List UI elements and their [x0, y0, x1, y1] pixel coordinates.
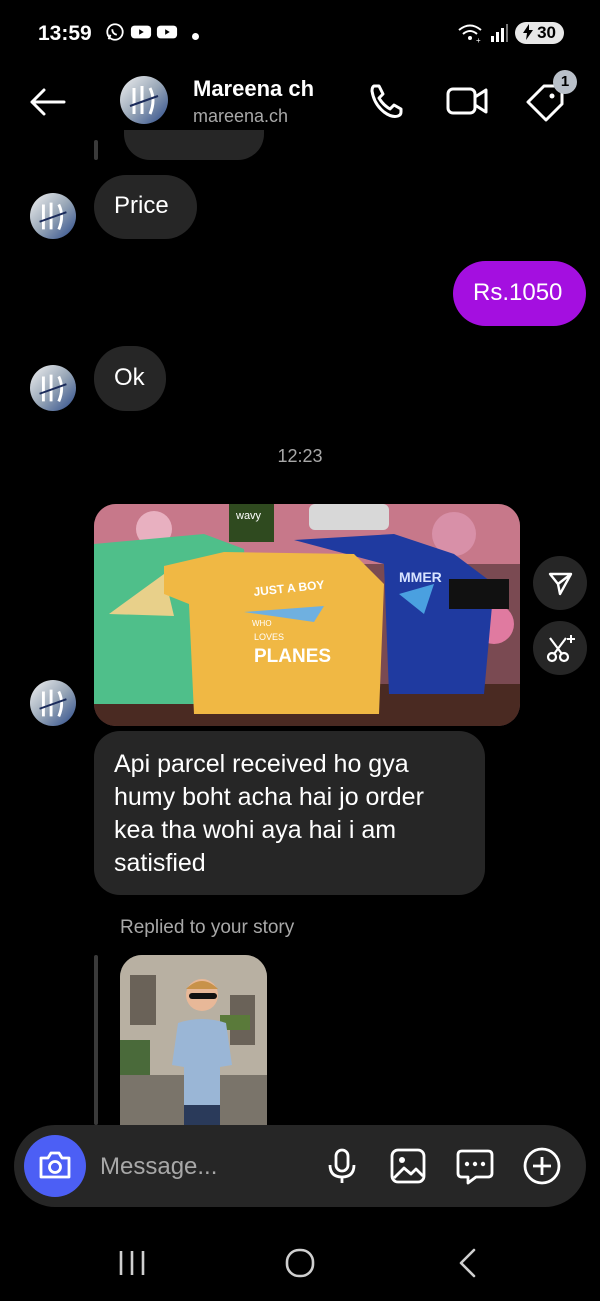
reply-line: [94, 140, 98, 160]
chat-dots-icon[interactable]: [454, 1145, 496, 1187]
message-text: Rs.1050: [473, 279, 563, 306]
story-photo: [120, 955, 267, 1130]
message-input[interactable]: [100, 1147, 300, 1187]
avatar[interactable]: [30, 193, 76, 239]
camera-button[interactable]: [24, 1135, 86, 1197]
notification-dot: [192, 33, 199, 40]
send-icon[interactable]: [533, 556, 587, 610]
status-time: 13:59: [38, 22, 92, 45]
svg-text:+: +: [476, 36, 481, 43]
battery-indicator: 30: [515, 22, 564, 44]
story-thumbnail[interactable]: [120, 955, 267, 1130]
message-text: Api parcel received ho gya humy boht ach…: [114, 750, 424, 877]
message-bubble-received[interactable]: Api parcel received ho gya humy boht ach…: [94, 731, 485, 895]
charging-bolt-icon: [523, 24, 534, 40]
back-nav-icon[interactable]: [448, 1243, 488, 1283]
arrow-left-icon[interactable]: [26, 80, 70, 124]
video-camera-icon[interactable]: [444, 78, 490, 124]
message-text: Price: [114, 192, 169, 219]
status-notification-icons: [104, 22, 178, 42]
message-bubble-sent[interactable]: Rs.1050: [453, 261, 586, 326]
status-right: + 30: [457, 22, 564, 44]
wifi-icon: +: [458, 24, 482, 43]
battery-level: 30: [537, 23, 556, 42]
home-icon[interactable]: [280, 1243, 320, 1283]
system-navigation-bar: [0, 1225, 600, 1301]
youtube-icon: [156, 25, 178, 39]
avatar[interactable]: [30, 680, 76, 726]
shirt-2-text: MMER: [399, 569, 442, 585]
notification-badge: 1: [553, 70, 577, 94]
chat-header: Mareena ch mareena.ch 1: [0, 70, 600, 140]
shirts-photo: wavy MMER JUST A BOY WHO LOVES PLANES: [94, 504, 520, 726]
message-timestamp: 12:23: [277, 446, 323, 466]
message-bubble-received[interactable]: Ok: [94, 346, 166, 411]
snack-tag-text: wavy: [235, 510, 262, 522]
story-reply-label: Replied to your story: [120, 917, 295, 938]
signal-icon: [491, 24, 509, 42]
magic-scissors-icon[interactable]: [533, 621, 587, 675]
message-bubble-partial[interactable]: [124, 130, 264, 160]
plus-circle-icon[interactable]: [521, 1145, 563, 1187]
recent-apps-icon[interactable]: [112, 1243, 152, 1283]
shirt-1-text-line4: PLANES: [254, 646, 331, 667]
phone-icon[interactable]: [364, 78, 410, 124]
image-icon[interactable]: [387, 1145, 429, 1187]
whatsapp-icon: [106, 23, 124, 41]
youtube-icon: [130, 25, 152, 39]
contact-username[interactable]: mareena.ch: [193, 106, 288, 127]
contact-name[interactable]: Mareena ch: [193, 76, 314, 102]
shirt-1-text-line2: WHO: [252, 619, 272, 628]
message-bubble-received[interactable]: Price: [94, 175, 197, 239]
avatar[interactable]: [120, 76, 168, 124]
avatar[interactable]: [30, 365, 76, 411]
camera-icon: [39, 1151, 71, 1179]
photo-message[interactable]: wavy MMER JUST A BOY WHO LOVES PLANES: [94, 504, 520, 726]
status-bar: 13:59 + 30: [0, 0, 600, 70]
microphone-icon[interactable]: [321, 1145, 363, 1187]
reply-line: [94, 955, 98, 1125]
message-text: Ok: [114, 364, 145, 391]
shirt-1-text-line3: LOVES: [254, 632, 284, 642]
message-composer: [14, 1125, 586, 1207]
